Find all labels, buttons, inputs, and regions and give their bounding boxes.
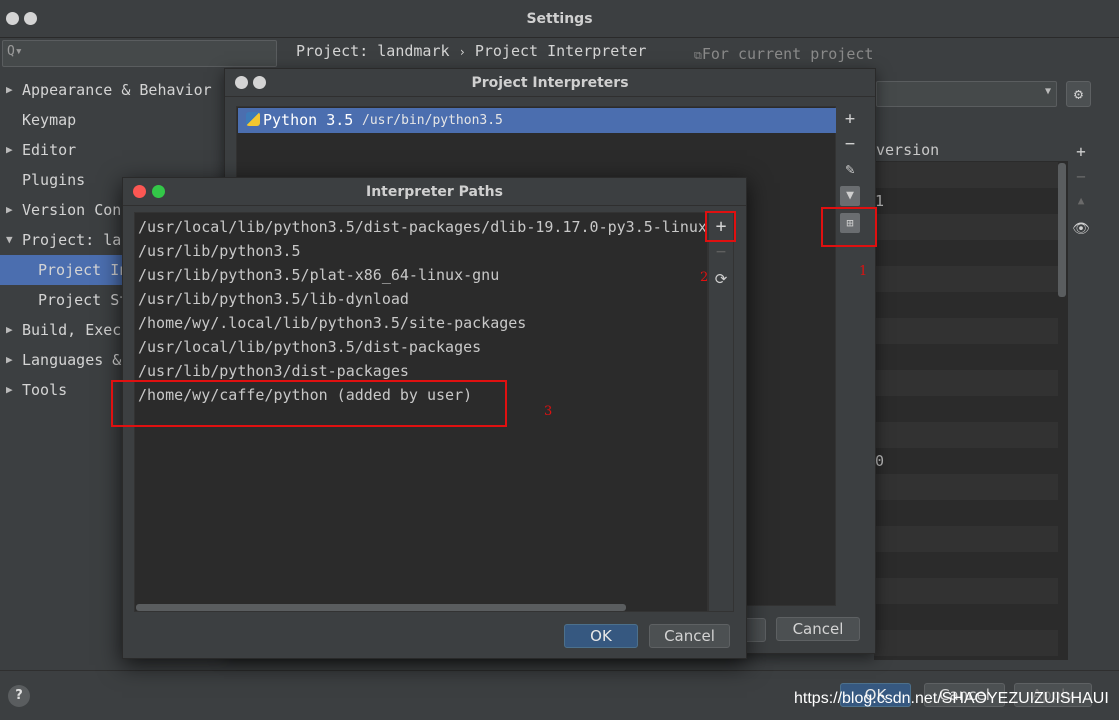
watermark-text: https://blog.csdn.net/SHAOYEZUIZUISHAUI bbox=[794, 690, 1109, 707]
sidebar-item-label: Project In bbox=[38, 261, 129, 279]
table-row[interactable] bbox=[874, 214, 1058, 240]
table-row[interactable] bbox=[874, 422, 1058, 448]
table-row[interactable] bbox=[874, 266, 1058, 292]
table-row[interactable] bbox=[874, 162, 1058, 188]
sidebar-item-label: Project St bbox=[38, 291, 129, 309]
table-row[interactable] bbox=[874, 370, 1058, 396]
settings-title: Settings bbox=[526, 11, 593, 27]
breadcrumb-project[interactable]: Project: landmark bbox=[296, 42, 450, 60]
table-row[interactable] bbox=[874, 344, 1058, 370]
dropdown-arrow-icon: ▼ bbox=[1044, 86, 1051, 97]
expand-arrow-icon: ▶ bbox=[6, 83, 13, 96]
table-row[interactable]: 0 bbox=[874, 448, 1058, 474]
sidebar-item-label: Tools bbox=[22, 381, 68, 399]
annotation-number-3: 3 bbox=[544, 404, 553, 419]
sidebar-item-label: Appearance & Behavior bbox=[22, 81, 212, 99]
reload-paths-icon[interactable]: ⟳ bbox=[708, 270, 734, 288]
sidebar-item-label: Project: la bbox=[22, 231, 122, 249]
annotation-number-1: 1 bbox=[859, 264, 868, 279]
table-row[interactable] bbox=[874, 526, 1058, 552]
table-row[interactable] bbox=[874, 630, 1058, 656]
list-item[interactable]: /usr/lib/python3.5 bbox=[138, 239, 301, 263]
python-icon bbox=[246, 112, 260, 126]
package-table-scrollbar[interactable] bbox=[1058, 163, 1066, 297]
expand-arrow-icon: ▶ bbox=[6, 203, 13, 216]
list-item[interactable]: /usr/lib/python3.5/lib-dynload bbox=[138, 287, 409, 311]
expand-arrow-icon: ▶ bbox=[6, 323, 13, 336]
table-row[interactable] bbox=[874, 578, 1058, 604]
package-table[interactable]: version 1 0 bbox=[874, 140, 1068, 660]
paths-horizontal-scrollbar[interactable] bbox=[136, 604, 626, 611]
sidebar-item-label: Languages & bbox=[22, 351, 122, 369]
sidebar-item-label: Version Con bbox=[22, 201, 122, 219]
copy-icon: ⧉ bbox=[694, 49, 702, 62]
help-button[interactable]: ? bbox=[8, 685, 30, 707]
table-row[interactable] bbox=[874, 604, 1058, 630]
table-row[interactable] bbox=[874, 474, 1058, 500]
expand-arrow-icon: ▶ bbox=[6, 383, 13, 396]
annotation-box-3 bbox=[111, 380, 507, 427]
package-version-cell: 0 bbox=[875, 452, 885, 470]
for-current-project-text: For current project bbox=[701, 45, 874, 63]
breadcrumb-separator: › bbox=[458, 45, 466, 59]
list-item[interactable]: /usr/local/lib/python3.5/dist-packages bbox=[138, 335, 481, 359]
for-current-project-note: ⧉For current project bbox=[694, 45, 873, 63]
interpreter-name: Python 3.5 bbox=[263, 111, 354, 129]
sidebar-item-label: Plugins bbox=[22, 171, 86, 189]
expand-arrow-icon: ▶ bbox=[6, 143, 13, 156]
list-item[interactable]: /usr/lib/python3.5/plat-x86_64-linux-gnu bbox=[138, 263, 499, 287]
breadcrumb-page: Project Interpreter bbox=[474, 42, 647, 60]
table-row[interactable] bbox=[874, 500, 1058, 526]
table-row[interactable] bbox=[874, 292, 1058, 318]
uninstall-package-icon[interactable]: − bbox=[1072, 167, 1090, 186]
add-interpreter-icon[interactable]: + bbox=[838, 109, 862, 129]
project-interpreter-select[interactable]: ▼ bbox=[876, 81, 1057, 107]
annotation-box-2 bbox=[705, 211, 736, 242]
list-item[interactable]: Python 3.5 /usr/bin/python3.5 bbox=[238, 108, 836, 133]
settings-search-input[interactable]: Q▾ bbox=[2, 40, 277, 67]
package-version-header[interactable]: version bbox=[876, 141, 939, 159]
install-package-icon[interactable]: + bbox=[1072, 142, 1090, 161]
project-interpreters-cancel-button[interactable]: Cancel bbox=[776, 617, 860, 641]
list-item[interactable]: /home/wy/.local/lib/python3.5/site-packa… bbox=[138, 311, 526, 335]
settings-titlebar: Settings bbox=[0, 0, 1119, 38]
table-row[interactable] bbox=[874, 240, 1058, 266]
interpreter-paths-title: Interpreter Paths bbox=[366, 184, 503, 200]
remove-interpreter-icon[interactable]: − bbox=[838, 134, 862, 154]
interpreter-path: /usr/bin/python3.5 bbox=[362, 113, 503, 128]
list-item[interactable]: /usr/local/lib/python3.5/dist-packages/d… bbox=[138, 215, 707, 239]
sidebar-item-label: Editor bbox=[22, 141, 77, 159]
search-icon: Q▾ bbox=[7, 44, 23, 59]
sidebar-item-label: Keymap bbox=[22, 111, 77, 129]
show-early-releases-icon[interactable]: 👁 bbox=[1072, 221, 1090, 237]
paths-ok-button[interactable]: OK bbox=[564, 624, 638, 648]
collapse-arrow-icon: ▼ bbox=[6, 233, 13, 246]
project-interpreters-title: Project Interpreters bbox=[471, 75, 629, 91]
table-row[interactable] bbox=[874, 396, 1058, 422]
annotation-box-1 bbox=[821, 207, 877, 247]
sidebar-item-label: Build, Exec bbox=[22, 321, 122, 339]
edit-pencil-icon[interactable]: ✎ bbox=[838, 160, 862, 178]
expand-arrow-icon: ▶ bbox=[6, 353, 13, 366]
annotation-number-2: 2 bbox=[700, 270, 709, 285]
table-row[interactable]: 1 bbox=[874, 188, 1058, 214]
upgrade-package-icon[interactable]: ▲ bbox=[1072, 194, 1090, 207]
gear-icon[interactable]: ⚙ bbox=[1066, 81, 1091, 107]
paths-cancel-button[interactable]: Cancel bbox=[649, 624, 730, 648]
interpreter-toolbar bbox=[838, 106, 862, 606]
filter-icon[interactable]: ▼ bbox=[840, 186, 860, 206]
table-row[interactable] bbox=[874, 552, 1058, 578]
table-row[interactable] bbox=[874, 318, 1058, 344]
remove-path-icon[interactable]: − bbox=[708, 242, 734, 262]
breadcrumb: Project: landmark › Project Interpreter bbox=[296, 42, 646, 60]
